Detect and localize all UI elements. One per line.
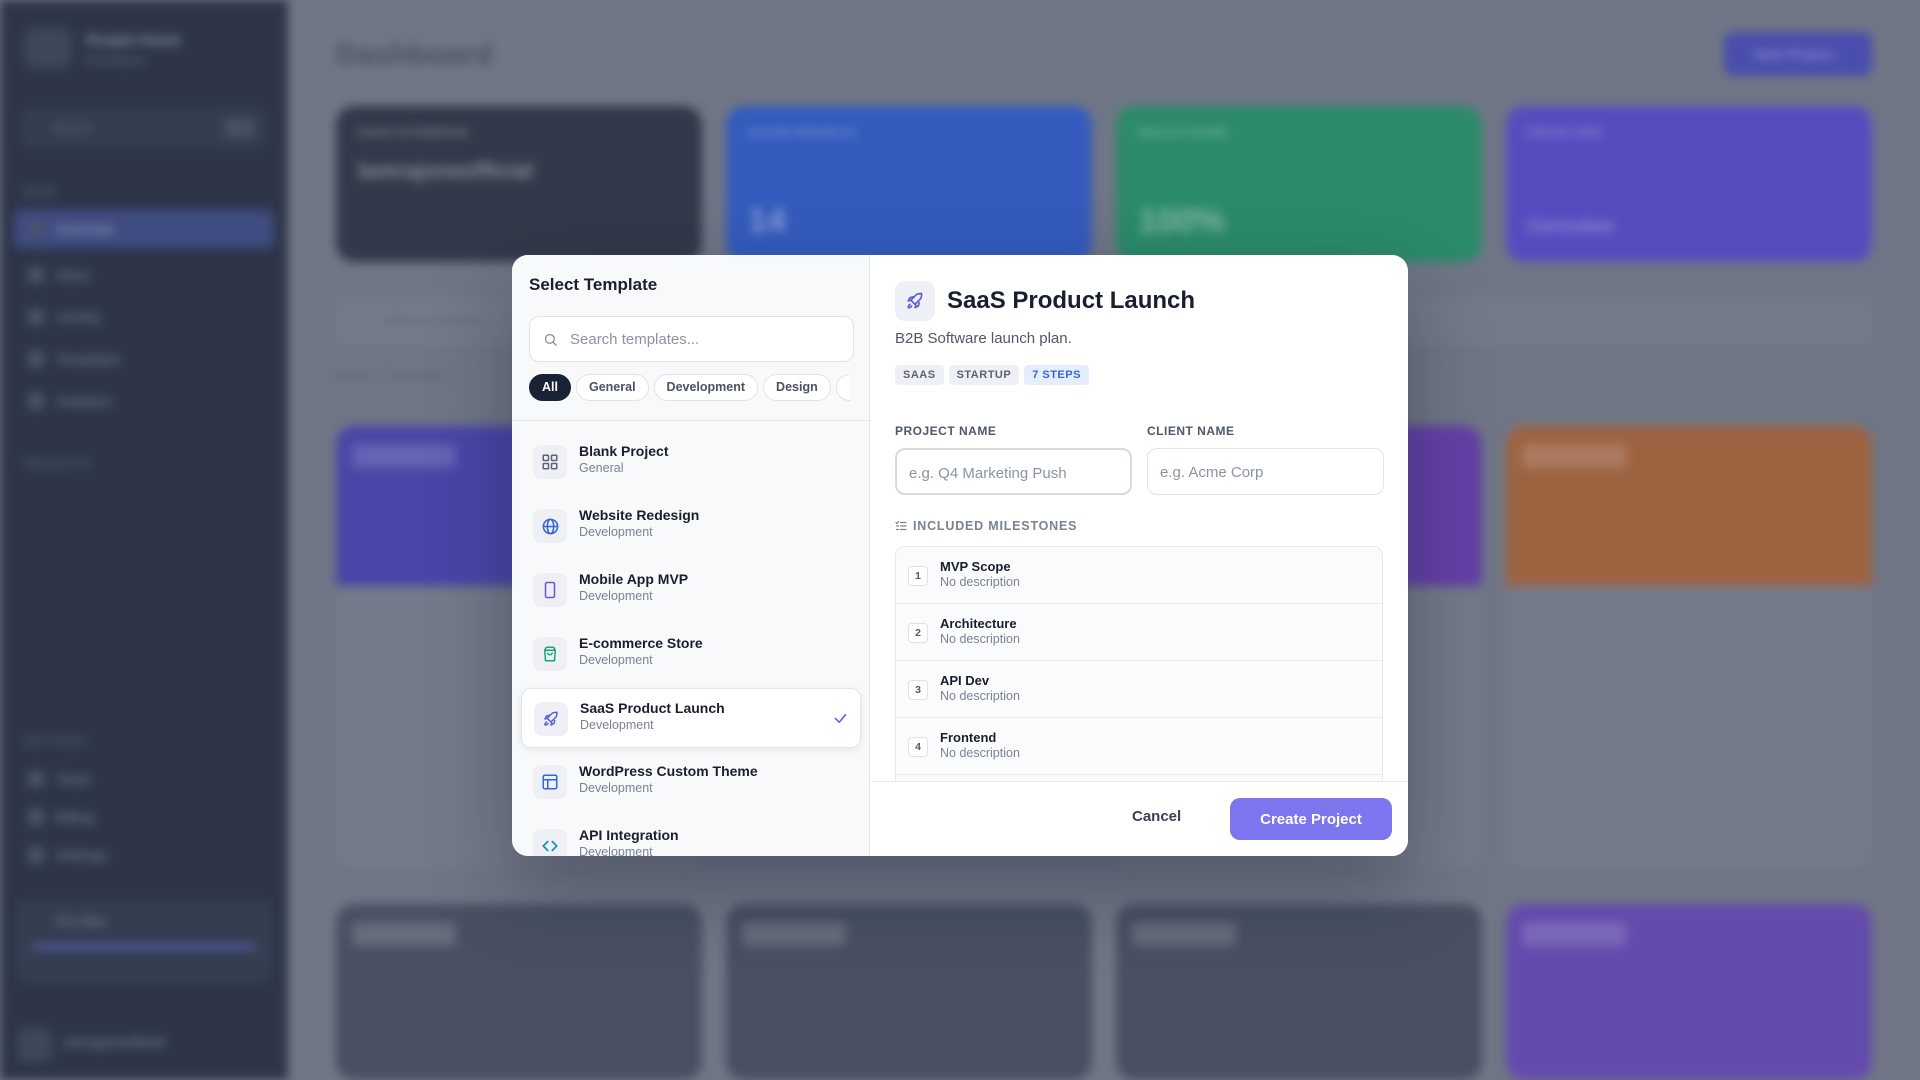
template-title: SaaS Product Launch xyxy=(947,287,1196,314)
shopping-bag-icon xyxy=(533,637,567,671)
list-check-icon xyxy=(895,520,907,531)
template-tags: SAAS STARTUP 7 STEPS xyxy=(895,365,1094,385)
filter-general[interactable]: General xyxy=(575,374,649,401)
check-icon xyxy=(834,713,847,724)
milestone-row: 2 Architecture No description xyxy=(896,604,1382,661)
template-category: Development xyxy=(579,781,653,795)
rocket-icon xyxy=(534,702,568,736)
grid-icon xyxy=(533,445,567,479)
template-name: WordPress Custom Theme xyxy=(579,763,758,779)
template-item-wordpress-custom-theme[interactable]: WordPress Custom Theme Development xyxy=(521,752,861,812)
client-name-input[interactable] xyxy=(1160,462,1370,482)
milestone-title: Frontend xyxy=(940,730,997,745)
milestone-description: No description xyxy=(940,632,1020,646)
template-name: SaaS Product Launch xyxy=(580,700,725,716)
milestone-number: 4 xyxy=(908,737,928,757)
milestone-description: No description xyxy=(940,689,1020,703)
client-name-label: CLIENT NAME xyxy=(1147,424,1235,438)
template-item-saas-product-launch[interactable]: SaaS Product Launch Development xyxy=(521,688,861,748)
milestones-list: 1 MVP Scope No description 2 Architecture No… xyxy=(895,546,1383,781)
template-category: Development xyxy=(579,653,653,667)
code-icon xyxy=(533,829,567,856)
template-detail: SaaS Product Launch B2B Software launch … xyxy=(871,255,1408,856)
milestone-number: 2 xyxy=(908,623,928,643)
divider xyxy=(512,420,870,421)
template-name: E-commerce Store xyxy=(579,635,703,651)
filter-all[interactable]: All xyxy=(529,374,571,401)
category-filters: All General Development Design xyxy=(529,374,870,402)
filter-development[interactable]: Development xyxy=(653,374,759,401)
template-name: Mobile App MVP xyxy=(579,571,689,587)
template-category: Development xyxy=(580,718,654,732)
layout-icon xyxy=(533,765,567,799)
client-name-field[interactable] xyxy=(1147,448,1384,495)
template-item-mobile-app-mvp[interactable]: Mobile App MVP Development xyxy=(521,560,861,620)
project-name-label: PROJECT NAME xyxy=(895,424,997,438)
template-list: Blank Project General Website Redesign D… xyxy=(512,432,870,856)
template-search-input[interactable] xyxy=(570,328,840,350)
project-name-field[interactable] xyxy=(895,448,1132,495)
search-icon xyxy=(544,333,557,346)
template-item-blank-project[interactable]: Blank Project General xyxy=(521,432,861,492)
tag-saas: SAAS xyxy=(895,365,944,385)
milestone-row: 4 Frontend No description xyxy=(896,718,1382,775)
create-project-button[interactable]: Create Project xyxy=(1230,798,1392,840)
milestones-heading: INCLUDED MILESTONES xyxy=(895,519,1077,533)
template-item-website-redesign[interactable]: Website Redesign Development xyxy=(521,496,861,556)
template-item-e-commerce-store[interactable]: E-commerce Store Development xyxy=(521,624,861,684)
template-description: B2B Software launch plan. xyxy=(895,330,1072,347)
template-name: Blank Project xyxy=(579,443,669,459)
smartphone-icon xyxy=(533,573,567,607)
cancel-button[interactable]: Cancel xyxy=(1132,808,1181,825)
milestone-number: 1 xyxy=(908,566,928,586)
milestone-title: API Dev xyxy=(940,673,990,688)
globe-icon xyxy=(533,509,567,543)
modal-footer: Cancel Create Project xyxy=(871,781,1408,856)
steps-badge: 7 STEPS xyxy=(1024,365,1089,385)
filter-more[interactable] xyxy=(835,374,850,401)
template-name: API Integration xyxy=(579,827,679,843)
template-name: Website Redesign xyxy=(579,507,700,523)
milestone-number: 3 xyxy=(908,680,928,700)
template-picker: Select Template AllGeneralDevelopmentDes… xyxy=(512,255,870,856)
select-template-modal: Select Template AllGeneralDevelopmentDes… xyxy=(512,255,1408,856)
template-category: General xyxy=(579,461,624,475)
filter-design[interactable]: Design xyxy=(763,374,831,401)
milestone-row: 1 MVP Scope No description xyxy=(896,547,1382,604)
modal-title: Select Template xyxy=(529,275,658,294)
template-category: Development xyxy=(579,525,653,539)
project-name-input[interactable] xyxy=(909,463,1119,483)
milestone-description: No description xyxy=(940,575,1020,589)
milestone-title: MVP Scope xyxy=(940,559,1011,574)
milestone-title: Architecture xyxy=(940,616,1017,631)
milestone-row: 3 API Dev No description xyxy=(896,661,1382,718)
tag-startup: STARTUP xyxy=(948,365,1020,385)
template-category: Development xyxy=(579,589,653,603)
milestone-description: No description xyxy=(940,746,1020,760)
template-category: Development xyxy=(579,845,653,856)
template-search[interactable] xyxy=(529,316,854,362)
template-item-api-integration[interactable]: API Integration Development xyxy=(521,816,861,856)
rocket-icon xyxy=(895,281,935,321)
